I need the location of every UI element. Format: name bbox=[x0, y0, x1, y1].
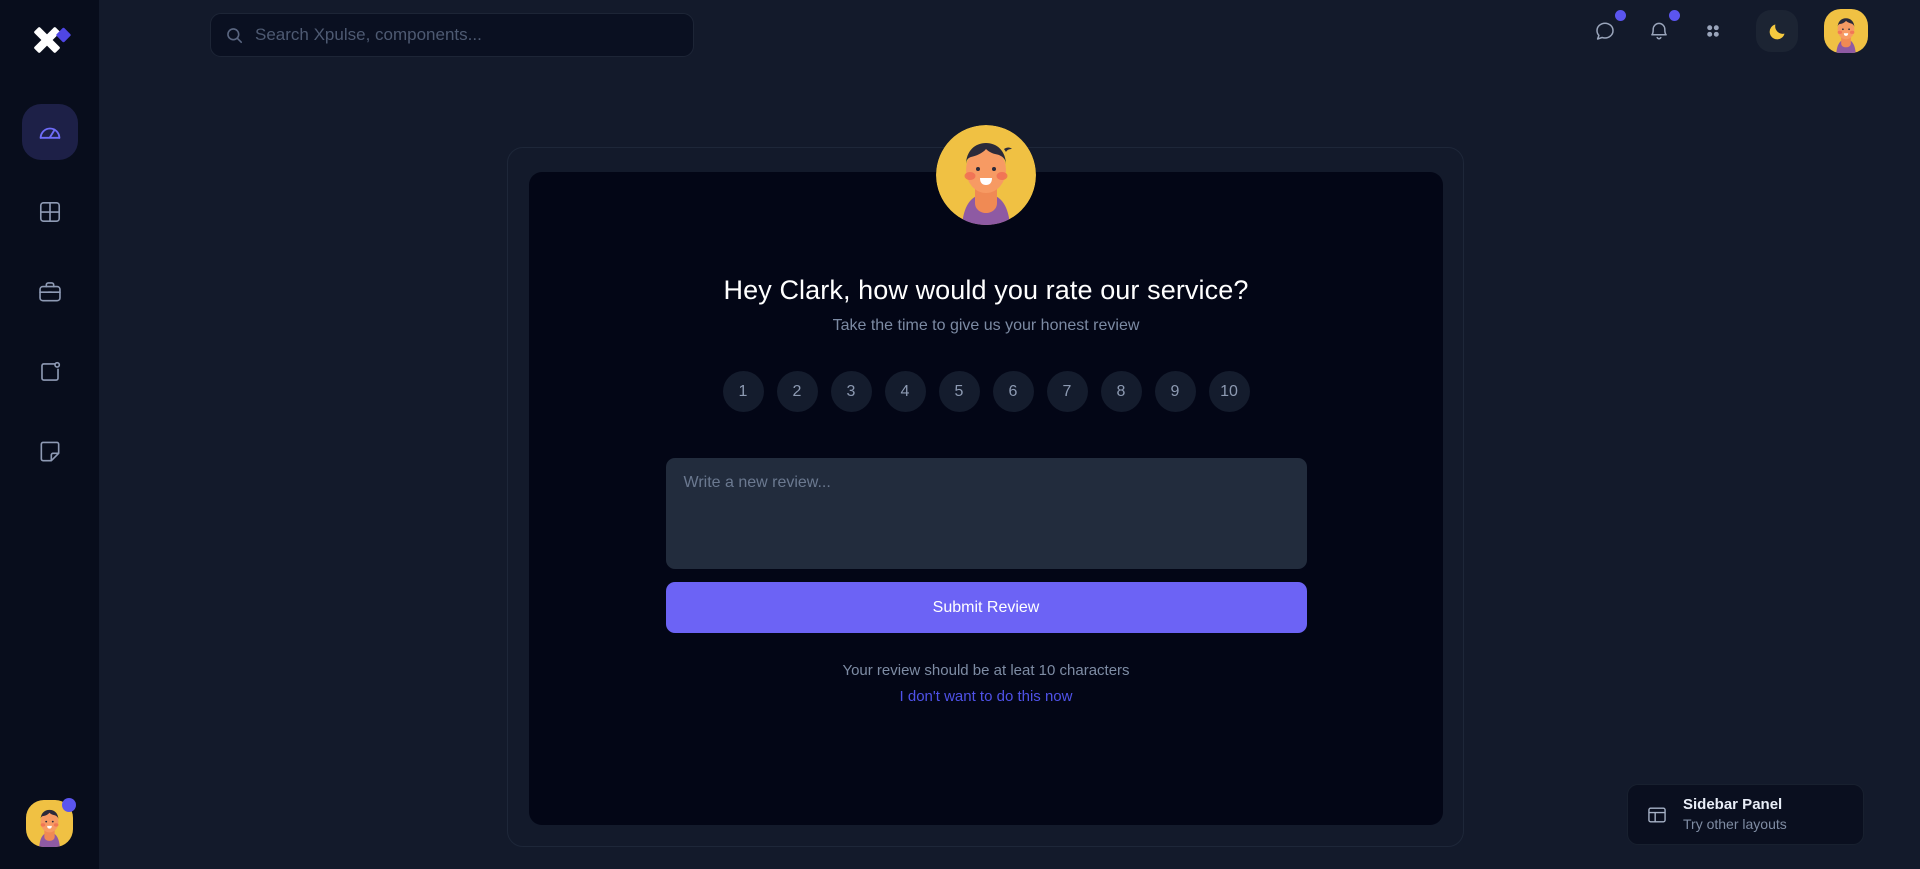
avatar-illustration bbox=[1824, 9, 1868, 53]
grid-icon bbox=[39, 201, 60, 223]
hero-avatar bbox=[936, 125, 1036, 225]
messages-badge bbox=[1615, 10, 1626, 21]
sidebar bbox=[0, 0, 99, 869]
rating-option-10[interactable]: 10 bbox=[1208, 371, 1250, 412]
sidebar-nav bbox=[0, 104, 99, 480]
profile-avatar[interactable] bbox=[1824, 9, 1868, 53]
rating-option-9[interactable]: 9 bbox=[1154, 371, 1196, 412]
rating-option-5[interactable]: 5 bbox=[938, 371, 980, 412]
apps-button[interactable] bbox=[1698, 16, 1728, 46]
briefcase-icon bbox=[38, 282, 61, 302]
square-dot-icon bbox=[40, 361, 60, 381]
page-title: Hey Clark, how would you rate our servic… bbox=[723, 275, 1249, 305]
gauge-icon bbox=[39, 127, 60, 139]
sidebar-avatar[interactable] bbox=[26, 798, 76, 847]
rating-option-8[interactable]: 8 bbox=[1100, 371, 1142, 412]
rating-option-7[interactable]: 7 bbox=[1046, 371, 1088, 412]
rating-option-1[interactable]: 1 bbox=[722, 371, 764, 412]
search-bar[interactable] bbox=[210, 13, 694, 57]
status-dot bbox=[62, 798, 76, 812]
chat-bubble-icon bbox=[1596, 22, 1614, 40]
skip-review-link[interactable]: I don't want to do this now bbox=[900, 688, 1073, 705]
rating-option-3[interactable]: 3 bbox=[830, 371, 872, 412]
submit-review-button[interactable]: Submit Review bbox=[665, 582, 1307, 633]
search-input[interactable] bbox=[255, 25, 679, 45]
messages-button[interactable] bbox=[1590, 10, 1626, 46]
review-textarea[interactable] bbox=[665, 458, 1307, 569]
rating-option-2[interactable]: 2 bbox=[776, 371, 818, 412]
sidebar-item-square-dot[interactable] bbox=[22, 344, 78, 400]
sidebar-item-grid[interactable] bbox=[22, 184, 78, 240]
header-actions bbox=[1590, 0, 1868, 62]
rating-option-6[interactable]: 6 bbox=[992, 371, 1034, 412]
avatar-illustration bbox=[936, 125, 1036, 225]
xpulse-logo[interactable] bbox=[19, 16, 81, 78]
notifications-badge bbox=[1669, 10, 1680, 21]
apps-grid-icon bbox=[1707, 25, 1719, 37]
moon-icon bbox=[1769, 24, 1784, 39]
notifications-button[interactable] bbox=[1644, 10, 1680, 46]
rating-option-4[interactable]: 4 bbox=[884, 371, 926, 412]
sidebar-item-sticker[interactable] bbox=[22, 424, 78, 480]
sticker-icon bbox=[40, 441, 59, 462]
top-header bbox=[99, 0, 1920, 62]
search-icon bbox=[227, 27, 243, 43]
review-hint: Your review should be at leat 10 charact… bbox=[842, 662, 1130, 679]
rating-scale: 1 2 3 4 5 6 7 8 9 10 bbox=[722, 371, 1250, 412]
card-subtitle: Take the time to give us your honest rev… bbox=[832, 317, 1140, 334]
theme-toggle-button[interactable] bbox=[1756, 10, 1798, 52]
panel-toast-title: Sidebar Panel bbox=[1683, 795, 1783, 813]
panel-toast-text: Sidebar Panel Try other layouts bbox=[1683, 795, 1787, 834]
review-card: Hey Clark, how would you rate our servic… bbox=[529, 125, 1443, 825]
sidebar-item-briefcase[interactable] bbox=[22, 264, 78, 320]
sidebar-item-dashboard[interactable] bbox=[21, 104, 78, 160]
main-content: Hey Clark, how would you rate our servic… bbox=[99, 62, 1920, 869]
xpulse-logo-icon bbox=[33, 27, 71, 53]
panel-toast-subtitle: Try other layouts bbox=[1683, 816, 1787, 833]
sidebar-panel-toast[interactable]: Sidebar Panel Try other layouts bbox=[1627, 784, 1864, 845]
bell-icon bbox=[1651, 22, 1667, 40]
layout-panel-icon bbox=[1648, 807, 1666, 822]
